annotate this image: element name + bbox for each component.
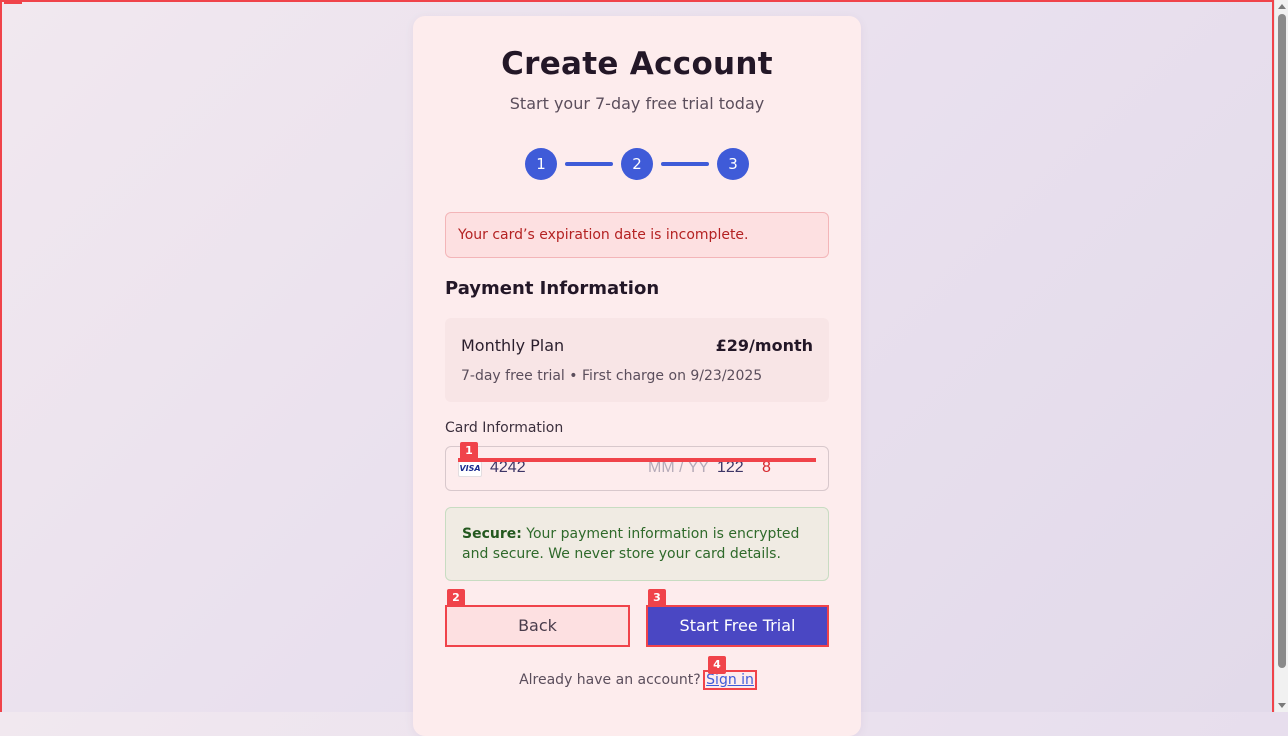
plan-name: Monthly Plan [461,336,565,355]
visa-card-icon: VISA [458,461,482,477]
plan-price: £29/month [715,336,813,355]
plan-summary: Monthly Plan £29/month 7-day free trial … [445,318,829,402]
signup-card: Create Account Start your 7-day free tri… [413,16,861,736]
card-field-label: Card Information [445,420,564,436]
field-highlight-bar [458,458,816,462]
marker-badge-3: 3 [648,589,666,607]
corner-marker [4,0,22,4]
page-subtitle: Start your 7-day free trial today [509,94,765,113]
signin-row: Already have an account? Sign in [413,670,861,690]
marker-badge-2: 2 [447,589,465,607]
marker-badge-4: 4 [708,656,726,674]
step-1-indicator: 1 [525,148,557,180]
card-information-field[interactable]: VISA 4242 MM / YY 122 8 [445,446,829,491]
plan-note: 7-day free trial • First charge on 9/23/… [461,368,763,384]
back-button[interactable]: Back [445,605,630,647]
marker-badge-1: 1 [460,442,478,460]
sign-in-link[interactable]: Sign in [703,670,757,690]
step-3-indicator: 3 [717,148,749,180]
page-title: Create Account [501,46,773,82]
section-title: Payment Information [445,278,660,299]
vertical-scrollbar[interactable] [1274,0,1288,712]
scrollbar-thumb[interactable] [1278,14,1286,668]
secure-notice-strong: Secure: [462,526,522,542]
error-alert: Your card’s expiration date is incomplet… [445,212,829,258]
step-connector [661,162,709,166]
step-2-indicator: 2 [621,148,653,180]
scroll-up-icon[interactable] [1278,4,1286,9]
signin-prompt: Already have an account? [519,672,701,688]
start-free-trial-button[interactable]: Start Free Trial [646,605,829,647]
scroll-down-icon[interactable] [1278,703,1286,708]
secure-notice: Secure: Your payment information is encr… [445,507,829,581]
step-connector [565,162,613,166]
